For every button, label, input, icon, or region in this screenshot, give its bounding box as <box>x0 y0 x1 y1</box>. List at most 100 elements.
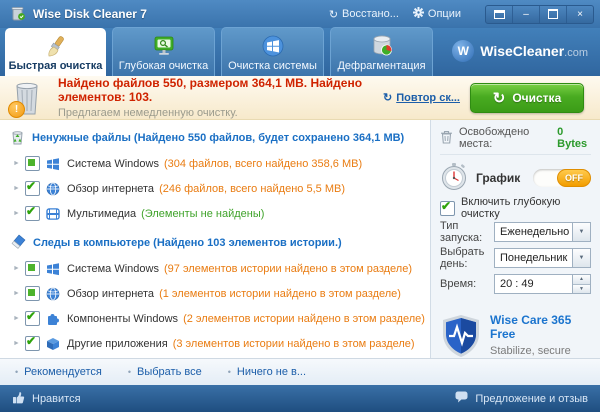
expand-arrow-icon[interactable]: ► <box>13 290 25 297</box>
expand-arrow-icon[interactable]: ► <box>13 265 25 272</box>
clean-button[interactable]: ↻ Очистка <box>470 82 584 113</box>
deep-clean-option: ✔ Включить глубокую очистку <box>440 196 591 220</box>
scan-result-subline: Предлагаем немедленную очистку. <box>58 107 238 119</box>
checkbox-partial[interactable] <box>25 156 40 171</box>
tab-system-clean[interactable]: Очистка системы <box>221 27 324 76</box>
windows-sphere-icon <box>262 34 284 58</box>
schedule-type-row: Тип запуска: Еженедельно ▼ <box>440 219 591 245</box>
multimedia-icon <box>46 206 61 221</box>
chevron-down-icon[interactable]: ▼ <box>572 222 591 242</box>
schedule-toggle[interactable]: OFF <box>533 169 591 187</box>
quick-links-bar: • Рекомендуется • Выбрать все • Ничего н… <box>0 358 600 385</box>
tree-row: ► ✔ Компоненты Windows (2 элементов исто… <box>13 309 425 326</box>
restore-icon: ↻ <box>328 8 339 21</box>
maximize-icon <box>548 9 558 19</box>
rescan-link[interactable]: ↻ Повтор ск... <box>383 91 460 105</box>
tab-strip: Быстрая очистка Глубокая очистка Очистка… <box>0 27 600 76</box>
tab-label: Дефрагментация <box>337 60 426 72</box>
wisecleaner-logo[interactable]: W WiseCleaner.com <box>452 40 600 62</box>
chevron-down-icon[interactable]: ▼ <box>572 248 591 268</box>
schedule-type-label: Тип запуска: <box>440 220 483 244</box>
trash-alert-icon: ! <box>8 78 48 118</box>
checkbox-partial[interactable] <box>25 261 40 276</box>
checkbox-checked[interactable]: ✔ <box>25 309 40 326</box>
defrag-disk-icon <box>370 34 394 58</box>
time-value: 20 : 49 <box>494 274 572 294</box>
expand-arrow-icon[interactable]: ► <box>13 340 25 347</box>
clean-refresh-icon: ↻ <box>492 89 506 107</box>
stopwatch-icon <box>440 162 468 195</box>
expand-arrow-icon[interactable]: ► <box>13 160 25 167</box>
tree-row: ► ✔ Обзор интернета (246 файлов, всего н… <box>13 179 345 196</box>
bullet-icon: • <box>127 367 132 377</box>
globe-icon <box>46 181 61 196</box>
tab-label: Быстрая очистка <box>8 60 103 72</box>
maximize-button[interactable] <box>539 5 566 23</box>
checkbox-checked[interactable]: ✔ <box>25 179 40 196</box>
wise-disk-cleaner-window: Wise Disk Cleaner 7 ↻ Восстано... Опции … <box>0 0 600 412</box>
app-icon <box>10 5 26 24</box>
tree-row: ► Система Windows (97 элементов истории … <box>13 261 412 276</box>
tab-quick-clean[interactable]: Быстрая очистка <box>5 28 106 76</box>
section-junk-files: Ненужные файлы (Найдено 550 файлов, буде… <box>10 128 426 148</box>
window-title: Wise Disk Cleaner 7 <box>33 7 147 21</box>
schedule-time-row: Время: 20 : 49 ▲ ▼ <box>440 271 591 297</box>
link-select-none[interactable]: • Ничего не в... <box>228 366 306 378</box>
tab-label: Очистка системы <box>228 60 317 72</box>
section-computer-traces: Следы в компьютере (Найдено 103 элементо… <box>10 233 426 253</box>
like-link[interactable]: Нравится <box>12 391 81 407</box>
spin-down-icon[interactable]: ▼ <box>573 283 590 293</box>
freed-space-value: 0 Bytes <box>557 126 588 150</box>
tree-row: ► ✔ Мультимедиа (Элементы не найдены) <box>13 204 265 221</box>
thumbs-up-icon <box>12 391 25 407</box>
tree-row: ► Обзор интернета (1 элементов истории н… <box>13 286 401 301</box>
warning-badge: ! <box>8 100 25 118</box>
expand-arrow-icon[interactable]: ► <box>13 315 25 322</box>
promo-title: Wise Care 365 Free <box>490 313 572 341</box>
expand-arrow-icon[interactable]: ► <box>13 185 25 192</box>
check-mark: ✔ <box>26 309 37 323</box>
windows-logo-icon <box>46 156 61 171</box>
tab-defrag[interactable]: Дефрагментация <box>330 27 433 76</box>
freed-space-label: Освобождено места: <box>459 126 530 150</box>
schedule-type-select[interactable]: Еженедельно ▼ <box>494 222 591 242</box>
tab-label: Глубокая очистка <box>118 60 209 72</box>
schedule-day-row: Выбрать день: Понедельник ▼ <box>440 245 591 271</box>
close-button[interactable]: × <box>566 5 593 23</box>
checkbox-checked[interactable]: ✔ <box>25 334 40 351</box>
bullet-icon: • <box>15 367 19 377</box>
brush-icon <box>44 34 68 58</box>
feedback-link[interactable]: Предложение и отзыв <box>455 391 588 406</box>
check-mark: ✔ <box>26 204 37 218</box>
schedule-day-select[interactable]: Понедельник ▼ <box>494 248 591 268</box>
right-sidebar: Освобождено места: 0 Bytes График OFF ✔ … <box>430 120 600 399</box>
checkbox-checked[interactable]: ✔ <box>440 199 455 216</box>
checkbox-checked[interactable]: ✔ <box>25 204 40 221</box>
expand-arrow-icon[interactable]: ► <box>13 210 25 217</box>
cleanup-tree: Ненужные файлы (Найдено 550 файлов, буде… <box>0 120 430 358</box>
partial-mark <box>28 159 35 166</box>
sidebar-divider <box>440 154 591 155</box>
checkbox-partial[interactable] <box>25 286 40 301</box>
tree-row: ► ✔ Другие приложения (3 элементов истор… <box>13 334 415 351</box>
schedule-time-spinner[interactable]: 20 : 49 ▲ ▼ <box>494 274 591 294</box>
skin-button[interactable] <box>486 6 512 23</box>
restore-menu[interactable]: ↻ Восстано... <box>329 8 399 21</box>
cube-icon <box>46 336 61 351</box>
globe-icon <box>46 286 61 301</box>
schedule-label: График <box>476 171 521 185</box>
gear-icon <box>412 7 424 21</box>
freed-space-row: Освобождено места: 0 Bytes <box>440 126 591 150</box>
spin-up-icon[interactable]: ▲ <box>573 275 590 284</box>
selected-value: Понедельник <box>494 248 572 268</box>
scan-result-headline: Найдено файлов 550, размером 364,1 МВ. Н… <box>58 76 363 104</box>
check-mark: ✔ <box>26 179 37 193</box>
options-menu[interactable]: Опции <box>412 7 461 21</box>
partial-mark <box>28 264 35 271</box>
tab-deep-clean[interactable]: Глубокая очистка <box>112 27 215 76</box>
link-select-all[interactable]: • Выбрать все <box>128 366 202 378</box>
link-recommended[interactable]: • Рекомендуется <box>15 366 102 378</box>
minimize-button[interactable]: – <box>512 5 539 23</box>
toggle-off-state: OFF <box>557 169 591 187</box>
speech-bubble-icon <box>455 391 468 406</box>
